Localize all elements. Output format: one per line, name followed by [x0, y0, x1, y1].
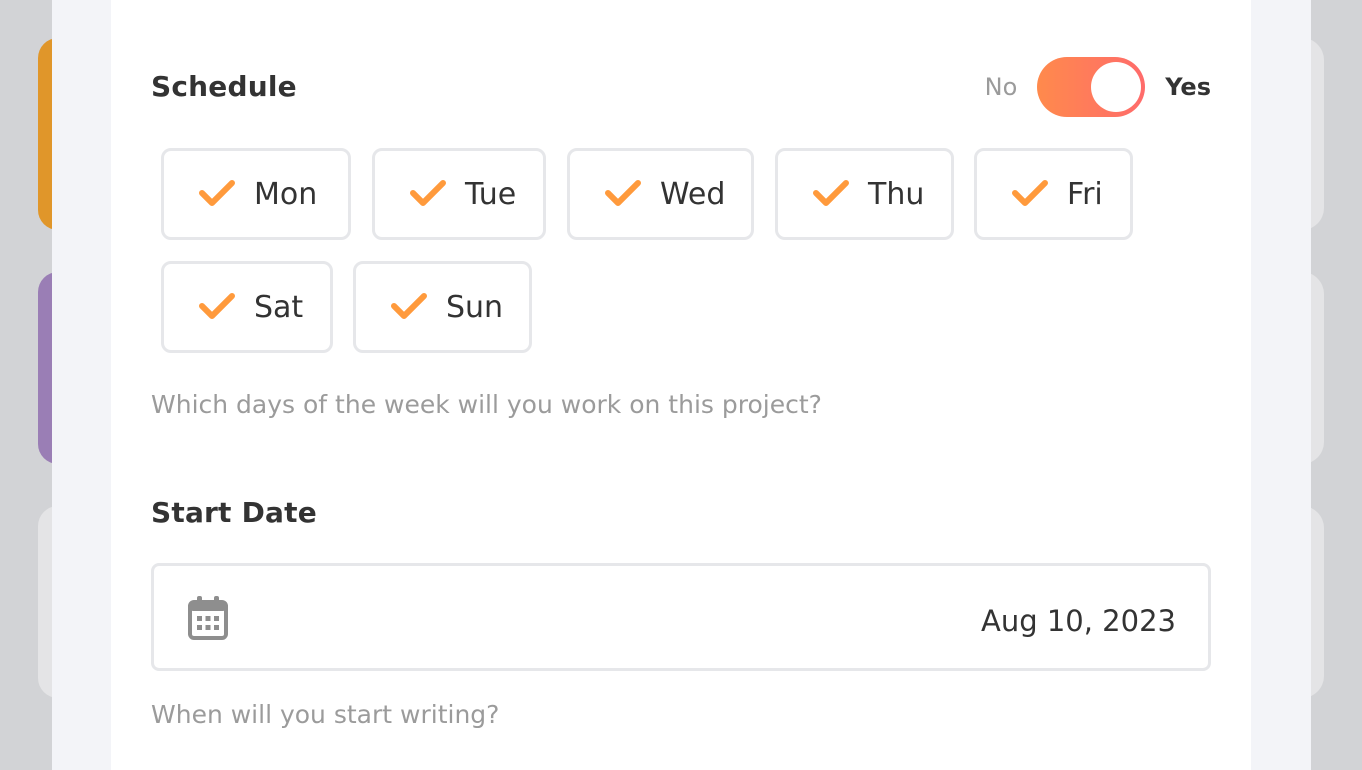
toggle-yes-label: Yes [1165, 73, 1211, 101]
start-date-value: Aug 10, 2023 [981, 604, 1176, 638]
day-chip-mon[interactable]: Mon [161, 148, 351, 240]
check-icon [199, 180, 235, 206]
start-date-field[interactable]: Aug 10, 2023 [151, 563, 1211, 671]
day-chip-tue[interactable]: Tue [372, 148, 546, 240]
day-chip-sat[interactable]: Sat [161, 261, 333, 353]
start-date-title: Start Date [151, 496, 317, 529]
check-icon [605, 180, 641, 206]
schedule-help-text: Which days of the week will you work on … [151, 390, 822, 419]
day-label: Sat [254, 289, 304, 325]
check-icon [813, 180, 849, 206]
check-icon [391, 293, 427, 319]
schedule-title: Schedule [151, 70, 297, 103]
toggle-knob [1091, 62, 1142, 112]
day-chip-fri[interactable]: Fri [974, 148, 1133, 240]
day-label: Sun [446, 289, 504, 325]
check-icon [199, 293, 235, 319]
day-chip-sun[interactable]: Sun [353, 261, 532, 353]
day-label: Wed [660, 176, 726, 212]
day-chip-thu[interactable]: Thu [775, 148, 954, 240]
form-panel: Schedule No Yes Mon Tue Wed Thu Fri Sat … [111, 0, 1251, 770]
day-label: Mon [254, 176, 318, 212]
day-label: Thu [868, 176, 925, 212]
calendar-icon [188, 596, 228, 640]
day-chip-wed[interactable]: Wed [567, 148, 754, 240]
day-label: Fri [1067, 176, 1103, 212]
check-icon [1012, 180, 1048, 206]
check-icon [410, 180, 446, 206]
start-date-help-text: When will you start writing? [151, 700, 500, 729]
schedule-toggle[interactable] [1037, 57, 1146, 117]
schedule-toggle-group: No Yes [985, 56, 1211, 118]
toggle-no-label: No [984, 73, 1018, 101]
project-settings-modal: Schedule No Yes Mon Tue Wed Thu Fri Sat … [52, 0, 1311, 770]
day-label: Tue [465, 176, 517, 212]
